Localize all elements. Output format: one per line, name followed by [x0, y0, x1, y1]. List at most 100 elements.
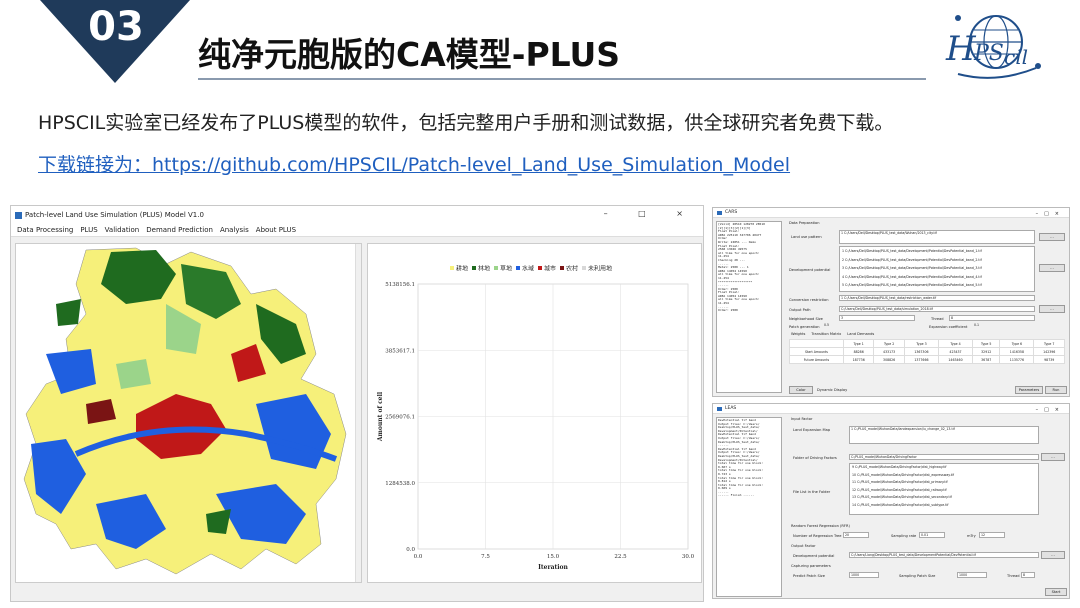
table-cell[interactable]: 187736: [842, 355, 875, 364]
dev-path-4[interactable]: 4 C:/Users/Dell/Desktop/PLUS_test_data/D…: [842, 273, 1034, 282]
output-browse-button[interactable]: ...: [1039, 305, 1065, 313]
legend-swatch: [472, 266, 476, 270]
leas-window-controls[interactable]: –□×: [1036, 405, 1065, 415]
table-cell[interactable]: 32912: [972, 347, 1001, 356]
legend-entry: 城市: [544, 265, 556, 273]
dev-potential-list[interactable]: 1 C:/Users/Dell/Desktop/PLUS_test_data/D…: [839, 246, 1035, 292]
file-item[interactable]: 10 C:/PLUS_model/WuhanData/DrivingFactor…: [852, 472, 1038, 480]
output-path-label: Output Path: [789, 308, 811, 312]
output-path-field[interactable]: C:/Users/Dell/Desktop/PLUS_test_data/sim…: [839, 306, 1035, 312]
y-tick-label: 0.0: [406, 547, 415, 553]
restriction-path-field[interactable]: 1 C:/Users/Dell/Desktop/PLUS_test_data/r…: [839, 295, 1035, 301]
dev-path-2[interactable]: 2 C:/Users/Dell/Desktop/PLUS_test_data/D…: [842, 256, 1034, 265]
patch-gen-value[interactable]: 0.5: [823, 323, 849, 329]
dev-browse-button[interactable]: ...: [1039, 264, 1065, 272]
mtry-field[interactable]: 12: [979, 532, 1005, 538]
type-header: Type 7: [1033, 339, 1065, 348]
menu-validation[interactable]: Validation: [105, 226, 140, 234]
menu-demand-prediction[interactable]: Demand Prediction: [146, 226, 213, 234]
mtry-label: mTry: [967, 534, 976, 538]
table-cell[interactable]: 1377666: [903, 355, 939, 364]
land-use-map-panel[interactable]: [15, 243, 362, 583]
menu-plus[interactable]: PLUS: [80, 226, 97, 234]
color-button[interactable]: Color: [789, 386, 813, 394]
tab-land-demands[interactable]: Land Demands: [847, 332, 874, 336]
file-item[interactable]: 13 C:/PLUS_model/WuhanData/DrivingFactor…: [852, 494, 1038, 502]
download-link[interactable]: 下载链接为：https://github.com/HPSCIL/Patch-le…: [38, 150, 790, 177]
tab-weights[interactable]: Weights: [791, 332, 805, 336]
window-controls[interactable]: – □ ×: [604, 209, 697, 218]
trees-field[interactable]: 20: [843, 532, 869, 538]
file-item[interactable]: 9 C:/PLUS_model/WuhanData/DrivingFactor/…: [852, 464, 1038, 472]
legend-entry: 农村: [566, 265, 578, 273]
table-cell[interactable]: 308826: [873, 355, 905, 364]
run-button[interactable]: Run: [1045, 386, 1067, 394]
svg-text:H: H: [945, 29, 977, 69]
restriction-label: Conversion restriction: [789, 298, 829, 302]
table-cell[interactable]: 1367306: [903, 347, 939, 356]
leas-section-label: Input Factor: [791, 417, 813, 421]
dynamic-display-checkbox[interactable]: Dynamic Display: [817, 388, 847, 392]
table-cell[interactable]: 88286: [842, 347, 875, 356]
leas-window: LEAS –□× DevPotential tif band Output fil…: [712, 403, 1070, 599]
trees-label: Number of Regression Tree: [793, 534, 842, 538]
dev-path-5[interactable]: 5 C:/Users/Dell/Desktop/PLUS_test_data/D…: [842, 281, 1034, 290]
menu-bar: Data Processing PLUS Validation Demand P…: [11, 224, 703, 237]
table-cell[interactable]: 433173: [873, 347, 905, 356]
sampling-rate-field[interactable]: 0.01: [919, 532, 945, 538]
sampling-patch-field[interactable]: 1000: [957, 572, 987, 578]
land-use-browse-button[interactable]: ...: [1039, 233, 1065, 241]
patch-size-field[interactable]: 1000: [849, 572, 879, 578]
file-list[interactable]: 9 C:/PLUS_model/WuhanData/DrivingFactor/…: [849, 463, 1039, 515]
expansion-value[interactable]: 0.1: [973, 323, 999, 329]
capturing-label: Capturing parameters: [791, 564, 831, 568]
folder-browse-button[interactable]: ...: [1041, 453, 1065, 461]
start-button[interactable]: Start: [1045, 588, 1067, 596]
dev-potential-out-field[interactable]: C:/Users/Liang/Desktop/PLUS_test_data/De…: [849, 552, 1039, 558]
legend-entry: 水域: [522, 265, 534, 273]
parameters-button[interactable]: Parameters: [1015, 386, 1043, 394]
legend-swatch: [582, 266, 586, 270]
table-cell[interactable]: 1135776: [999, 355, 1035, 364]
window-titlebar: Patch-level Land Use Simulation (PLUS) M…: [11, 206, 703, 224]
x-tick-label: 15.0: [547, 554, 560, 560]
plus-main-window: Patch-level Land Use Simulation (PLUS) M…: [10, 205, 704, 602]
hpscil-logo: H PS cil: [945, 15, 1041, 79]
y-tick-label: 5138156.1: [385, 282, 415, 288]
tab-transition-matrix[interactable]: Transition Matrix: [811, 332, 841, 336]
file-item[interactable]: 12 C:/PLUS_model/WuhanData/DrivingFactor…: [852, 487, 1038, 495]
intro-text: HPSCIL实验室已经发布了PLUS模型的软件，包括完整用户手册和测试数据，供全…: [38, 112, 894, 134]
dev-potential-out-label: Development potential: [793, 554, 835, 558]
neighborhood-field[interactable]: 3: [839, 315, 915, 321]
menu-data-processing[interactable]: Data Processing: [17, 226, 73, 234]
land-use-label: Land use pattern: [791, 235, 822, 239]
cars-title: CARS: [725, 210, 738, 215]
cars-window: CARS –□× [Valid] 28510 128270 28510 [2][1…: [712, 207, 1070, 397]
dev-path-3[interactable]: 3 C:/Users/Dell/Desktop/PLUS_test_data/D…: [842, 264, 1034, 273]
y-tick-label: 3853617.1: [385, 348, 415, 354]
land-use-path-field[interactable]: 1 C:/Users/Dell/Desktop/PLUS_test_data/W…: [839, 230, 1035, 244]
x-tick-label: 0.0: [414, 554, 423, 560]
land-use-map: [23, 247, 347, 575]
table-cell[interactable]: 98739: [1033, 355, 1065, 364]
folder-path-field[interactable]: C:/PLUS_model/WuhanData/DrivingFactor: [849, 454, 1039, 460]
table-cell[interactable]: 142396: [1033, 347, 1065, 356]
type-header: Type 1: [842, 339, 875, 348]
table-cell[interactable]: 1463460: [937, 355, 974, 364]
dev-potential-label: Development potential: [789, 268, 831, 272]
cars-window-controls[interactable]: –□×: [1036, 209, 1065, 219]
land-expansion-path[interactable]: 1 C:/PLUS_model/WuhanData/landexpansion/…: [849, 426, 1039, 444]
leas-thread-field[interactable]: 8: [1021, 572, 1035, 578]
thread-field[interactable]: 8: [949, 315, 1035, 321]
dev-out-browse-button[interactable]: ...: [1041, 551, 1065, 559]
menu-analysis[interactable]: Analysis: [220, 226, 249, 234]
table-cell[interactable]: 423437: [937, 347, 974, 356]
file-item[interactable]: 11 C:/PLUS_model/WuhanData/DrivingFactor…: [852, 479, 1038, 487]
menu-about[interactable]: About PLUS: [256, 226, 296, 234]
table-cell[interactable]: 36787: [972, 355, 1001, 364]
file-item[interactable]: 14 C:/PLUS_model/WuhanData/DrivingFactor…: [852, 502, 1038, 510]
dev-path-1[interactable]: 1 C:/Users/Dell/Desktop/PLUS_test_data/D…: [842, 247, 1034, 256]
sampling-rate-label: Sampling rate: [891, 534, 917, 538]
map-scrollbar[interactable]: [355, 244, 361, 582]
table-cell[interactable]: 1416358: [999, 347, 1035, 356]
